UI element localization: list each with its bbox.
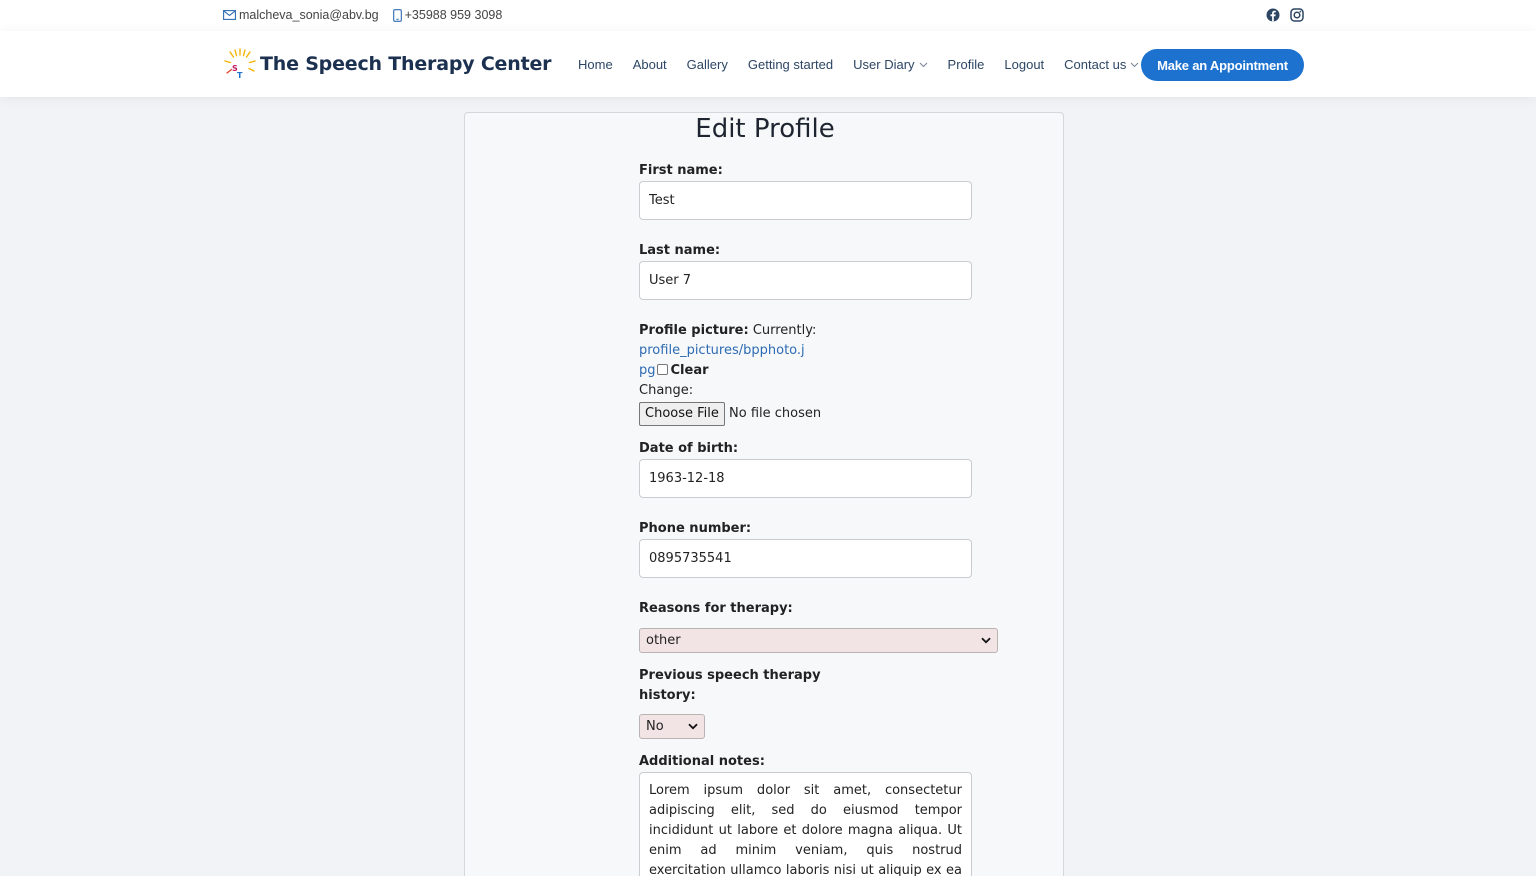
profile-picture-link-end[interactable]: pg: [639, 363, 656, 378]
main-nav: Home About Gallery Getting started User …: [578, 57, 1159, 72]
svg-text:T: T: [237, 71, 243, 80]
edit-profile-card: Edit Profile First name: Test Last name:…: [464, 112, 1064, 876]
phone-text: +35988 959 3098: [404, 8, 503, 22]
profile-picture-link[interactable]: profile_pictures/bpphoto.j: [639, 343, 805, 358]
additional-notes-label: Additional notes:: [639, 754, 765, 769]
profile-picture-link-line: profile_pictures/bpphoto.j: [639, 341, 805, 361]
phone-number-input[interactable]: 0895735541: [639, 539, 972, 578]
nav-gallery-label: Gallery: [686, 57, 728, 72]
chevron-down-icon: [981, 637, 991, 644]
instagram-icon[interactable]: [1290, 8, 1304, 22]
nav-getting-started[interactable]: Getting started: [748, 57, 833, 72]
reasons-select[interactable]: other: [639, 628, 998, 653]
nav-logout-label: Logout: [1004, 57, 1045, 72]
chevron-down-icon: [688, 723, 698, 730]
nav-about[interactable]: About: [633, 57, 667, 72]
nav-home-label: Home: [578, 57, 613, 72]
no-file-text: No file chosen: [729, 406, 822, 421]
brand-name: The Speech Therapy Center: [260, 53, 552, 75]
nav-home[interactable]: Home: [578, 57, 613, 72]
chevron-down-icon: [1130, 62, 1139, 67]
clear-label: Clear: [670, 363, 709, 378]
nav-logout[interactable]: Logout: [1004, 57, 1044, 72]
date-of-birth-label: Date of birth:: [639, 441, 739, 456]
file-input: Choose File No file chosen: [639, 402, 821, 426]
chevron-down-icon: [919, 62, 927, 67]
brand-logo-link[interactable]: S T The Speech Therapy Center: [223, 47, 552, 81]
change-label: Change:: [639, 383, 694, 398]
site-header: S T The Speech Therapy Center Home About…: [0, 31, 1536, 97]
date-of-birth-input[interactable]: 1963-12-18: [639, 459, 972, 498]
additional-notes-textarea[interactable]: Lorem ipsum dolor sit amet, consectetur …: [639, 772, 972, 876]
clear-checkbox[interactable]: [656, 364, 668, 375]
choose-file-button[interactable]: Choose File: [639, 402, 725, 426]
nav-profile-label: Profile: [947, 57, 985, 72]
first-name-input[interactable]: Test: [639, 181, 972, 220]
nav-gallery[interactable]: Gallery: [687, 57, 728, 72]
reasons-selected-value: other: [646, 633, 681, 648]
first-name-label: First name:: [639, 163, 723, 178]
reasons-label: Reasons for therapy:: [639, 601, 793, 616]
sun-logo-icon: S T: [224, 48, 256, 80]
nav-user-diary[interactable]: User Diary: [853, 57, 927, 72]
last-name-input[interactable]: User 7: [639, 261, 972, 300]
phone-number-label: Phone number:: [639, 521, 752, 536]
previous-history-selected-value: No: [646, 719, 664, 734]
previous-history-select[interactable]: No: [639, 714, 705, 739]
last-name-label: Last name:: [639, 243, 721, 258]
envelope-icon: [223, 10, 236, 20]
profile-picture-label: Profile picture:: [639, 323, 749, 338]
nav-profile[interactable]: Profile: [948, 57, 985, 72]
email-link[interactable]: malcheva_sonia@abv.bg: [223, 8, 379, 22]
contact-info: malcheva_sonia@abv.bg +35988 959 3098: [223, 8, 516, 22]
nav-contact-us[interactable]: Contact us: [1064, 57, 1139, 72]
nav-contact-us-label: Contact us: [1064, 57, 1127, 72]
phone-icon: [392, 8, 402, 22]
nav-about-label: About: [632, 57, 667, 72]
top-contact-bar: malcheva_sonia@abv.bg +35988 959 3098: [0, 0, 1536, 31]
page-title: Edit Profile: [695, 114, 835, 144]
email-text: malcheva_sonia@abv.bg: [239, 8, 379, 22]
nav-getting-started-label: Getting started: [747, 57, 834, 72]
currently-label: Currently:: [752, 323, 817, 338]
profile-picture-clear-line: pg Clear: [639, 361, 709, 381]
phone-link[interactable]: +35988 959 3098: [392, 8, 503, 22]
facebook-icon[interactable]: [1266, 8, 1280, 22]
nav-user-diary-label: User Diary: [853, 57, 915, 72]
profile-picture-line: Profile picture: Currently:: [639, 321, 816, 341]
previous-history-label-line2: history:: [639, 688, 696, 703]
social-links: [1266, 8, 1304, 22]
make-appointment-button[interactable]: Make an Appointment: [1141, 49, 1304, 81]
previous-history-label-line1: Previous speech therapy: [639, 668, 821, 683]
